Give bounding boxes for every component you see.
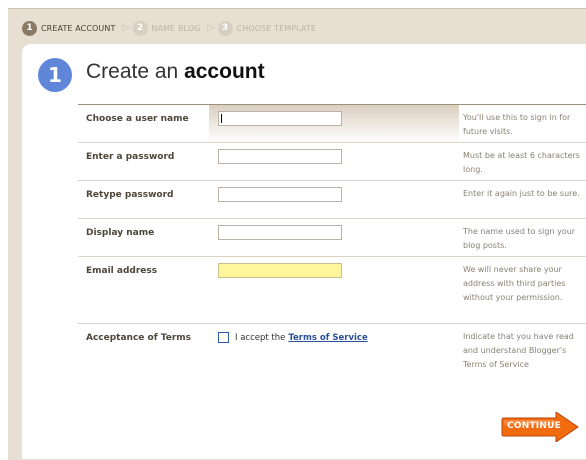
current-step-badge: 1 [38,58,72,92]
progress-steps: 1 CREATE ACCOUNT ▷ 2 NAME BLOG ▷ 3 CHOOS… [22,18,323,38]
page-title: Create an account [86,60,265,84]
terms-accept: I accept the Terms of Service [218,332,368,343]
retype-password-help: Enter it again just to be sure. [463,189,580,198]
row-retype-password: Retype password Enter it again just to b… [78,180,586,218]
password-field-zone [209,143,459,180]
row-username: Choose a user name You'll use this to si… [78,104,586,142]
row-password: Enter a password Must be at least 6 char… [78,142,586,180]
continue-label: CONTINUE [507,421,561,431]
form-panel: 1 Create an account Choose a user name Y… [22,44,586,459]
terms-of-service-link[interactable]: Terms of Service [288,333,367,343]
password-help: Must be at least 6 characters long. [463,151,580,174]
retype-password-label: Retype password [86,190,174,200]
title-bold: account [184,60,265,83]
display-name-label: Display name [86,228,155,238]
email-field-zone [209,257,459,323]
username-input[interactable] [218,111,342,126]
row-email: Email address We will never share your a… [78,256,586,323]
password-input[interactable] [218,149,342,164]
step-arrow-icon: ▷ [122,23,130,33]
row-terms: Acceptance of Terms I accept the Terms o… [78,323,586,394]
username-field-zone [209,105,459,142]
email-help: We will never share your address with th… [463,265,566,302]
title-prefix: Create an [86,60,179,83]
retype-field-zone [209,181,459,218]
row-display-name: Display name The name used to sign your … [78,218,586,256]
terms-label: Acceptance of Terms [86,333,191,343]
step-choose-template: 3 CHOOSE TEMPLATE [217,20,317,36]
step-label: CREATE ACCOUNT [41,23,116,33]
email-label: Email address [86,266,158,276]
terms-checkbox[interactable] [218,332,229,343]
step-name-blog: 2 NAME BLOG [132,20,201,36]
retype-password-input[interactable] [218,187,342,202]
display-name-input[interactable] [218,225,342,240]
step-number-2: 2 [132,20,148,36]
terms-help: Indicate that you have read and understa… [463,332,574,369]
email-input[interactable] [218,263,342,278]
username-label: Choose a user name [86,114,189,124]
continue-button[interactable]: CONTINUE [500,412,580,442]
password-label: Enter a password [86,152,175,162]
step-label: CHOOSE TEMPLATE [236,23,317,33]
step-number-3: 3 [217,20,233,36]
step-label: NAME BLOG [151,23,201,33]
display-name-help: The name used to sign your blog posts. [463,227,576,250]
username-help: You'll use this to sign in for future vi… [463,113,571,136]
step-create-account: 1 CREATE ACCOUNT [22,20,116,36]
terms-checkbox-text: I accept the [235,332,286,343]
display-field-zone [209,219,459,256]
step-number-1: 1 [22,20,37,36]
step-arrow-icon: ▷ [207,23,215,33]
